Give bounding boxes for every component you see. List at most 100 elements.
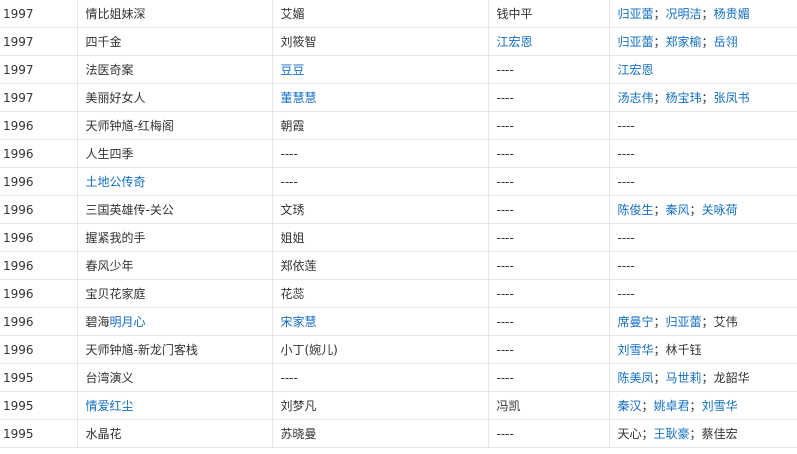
title-text: 宝贝花家庭	[85, 286, 146, 301]
director-cell: ----	[487, 223, 610, 252]
costars-cell: ----	[608, 139, 797, 168]
title-cell: 美丽好女人	[76, 83, 273, 112]
role-link[interactable]: 豆豆	[281, 63, 305, 77]
title-cell: 三国英雄传-关公	[76, 195, 273, 224]
separator: ；	[653, 342, 666, 357]
costar-link[interactable]: 杨宝玮	[666, 91, 702, 105]
director-cell: ----	[487, 195, 610, 224]
director-cell: ----	[487, 251, 610, 280]
costar-link[interactable]: 刘雪华	[702, 399, 738, 413]
director-link[interactable]: 江宏恩	[497, 35, 533, 49]
year-cell: 1996	[0, 251, 78, 280]
title-cell: 人生四季	[76, 139, 273, 168]
costars-cell: 归亚蕾；况明洁；杨贵媚	[608, 0, 797, 28]
title-link[interactable]: 情爱红尘	[86, 399, 134, 413]
director-text: ----	[496, 426, 514, 441]
title-text: 握紧我的手	[85, 230, 146, 245]
table-row: 1995 水晶花 苏晓曼 ---- 天心；王耿豪；蔡佳宏	[0, 419, 797, 448]
costars-text: 林千钰	[665, 342, 702, 357]
costars-text: ----	[617, 258, 635, 273]
costar-link[interactable]: 王耿豪	[654, 427, 690, 441]
costars-text: ----	[617, 146, 635, 161]
costar-link[interactable]: 关咏荷	[702, 203, 738, 217]
costar-link[interactable]: 况明洁	[666, 7, 702, 21]
year-cell: 1996	[0, 223, 78, 252]
year-cell: 1996	[0, 167, 78, 196]
table-row: 1996 握紧我的手 姐姐 ---- ----	[0, 223, 797, 252]
costar-link[interactable]: 汤志伟	[618, 91, 654, 105]
costar-link[interactable]: 秦汉	[618, 399, 642, 413]
director-text: ----	[496, 146, 514, 161]
director-cell: ----	[487, 83, 610, 112]
costar-link[interactable]: 马世莉	[666, 371, 702, 385]
title-cell: 土地公传奇	[76, 167, 273, 196]
title-cell: 台湾演义	[76, 363, 273, 392]
costar-link[interactable]: 刘雪华	[618, 343, 654, 357]
costars-text: ----	[617, 230, 635, 245]
costars-cell: ----	[608, 167, 797, 196]
costar-link[interactable]: 张凤书	[714, 91, 750, 105]
title-text: 水晶花	[85, 426, 122, 441]
costar-link[interactable]: 姚卓君	[654, 399, 690, 413]
director-text: ----	[496, 342, 514, 357]
costars-text: 天心	[617, 426, 642, 441]
year-cell: 1997	[0, 83, 78, 112]
costars-text: 蔡佳宏	[701, 426, 738, 441]
table-row: 1996 碧海明月心 宋家慧 ---- 席曼宁；归亚蕾；艾伟	[0, 307, 797, 336]
costars-cell: ----	[608, 279, 797, 308]
role-cell: 刘筱智	[271, 27, 489, 56]
title-text: 美丽好女人	[85, 90, 146, 105]
costar-link[interactable]: 归亚蕾	[618, 35, 654, 49]
role-text: 苏晓曼	[280, 426, 317, 441]
role-cell: 文琇	[271, 195, 489, 224]
costars-cell: 席曼宁；归亚蕾；艾伟	[608, 307, 797, 336]
role-cell: 花蕊	[271, 279, 489, 308]
role-text: 朝霞	[280, 118, 305, 133]
costar-link[interactable]: 杨贵媚	[714, 7, 750, 21]
table-row: 1997 法医奇案 豆豆 ---- 江宏恩	[0, 55, 797, 84]
year-cell: 1995	[0, 363, 78, 392]
costar-link[interactable]: 岳翎	[714, 35, 738, 49]
role-text: 姐姐	[280, 230, 305, 245]
title-cell: 春风少年	[76, 251, 273, 280]
separator: ；	[701, 34, 714, 49]
costar-link[interactable]: 归亚蕾	[666, 315, 702, 329]
costar-link[interactable]: 席曼宁	[618, 315, 654, 329]
costar-link[interactable]: 江宏恩	[618, 63, 654, 77]
role-text: 刘筱智	[280, 34, 317, 49]
role-cell: 艾媚	[271, 0, 489, 28]
title-link[interactable]: 明月心	[110, 315, 146, 329]
title-text: 天师钟馗-新龙门客栈	[85, 342, 198, 357]
title-link[interactable]: 土地公传奇	[86, 175, 146, 189]
costars-cell: 江宏恩	[608, 55, 797, 84]
director-cell: ----	[487, 55, 610, 84]
costar-link[interactable]: 秦风	[666, 203, 690, 217]
costars-text: ----	[617, 174, 635, 189]
director-cell: ----	[487, 307, 610, 336]
title-text: 天师钟馗-红梅阁	[85, 118, 174, 133]
costars-cell: ----	[608, 223, 797, 252]
role-link[interactable]: 宋家慧	[281, 315, 317, 329]
year-cell: 1997	[0, 27, 78, 56]
costar-link[interactable]: 归亚蕾	[618, 7, 654, 21]
role-link[interactable]: 董慧慧	[281, 91, 317, 105]
role-cell: 豆豆	[271, 55, 489, 84]
costars-cell: 陈俊生；秦风；关咏荷	[608, 195, 797, 224]
costar-link[interactable]: 郑家榆	[666, 35, 702, 49]
costars-cell: 陈美凤；马世莉；龙韶华	[608, 363, 797, 392]
role-text: 文琇	[280, 202, 305, 217]
title-text: 春风少年	[85, 258, 134, 273]
costar-link[interactable]: 陈俊生	[618, 203, 654, 217]
role-cell: 刘梦凡	[271, 391, 489, 420]
separator: ；	[701, 370, 714, 385]
costar-link[interactable]: 陈美凤	[618, 371, 654, 385]
title-cell: 情比姐妹深	[76, 0, 273, 28]
separator: ；	[653, 34, 666, 49]
title-text: 人生四季	[85, 146, 134, 161]
role-cell: 小丁(婉儿)	[271, 335, 489, 364]
filmography-table: 1997 情比姐妹深 艾媚 钱中平 归亚蕾；况明洁；杨贵媚 1997 四千金 刘筱智 江宏恩 归亚…	[0, 0, 797, 448]
separator: ；	[653, 370, 666, 385]
separator: ；	[641, 426, 654, 441]
title-text: 台湾演义	[85, 370, 134, 385]
separator: ；	[653, 6, 666, 21]
